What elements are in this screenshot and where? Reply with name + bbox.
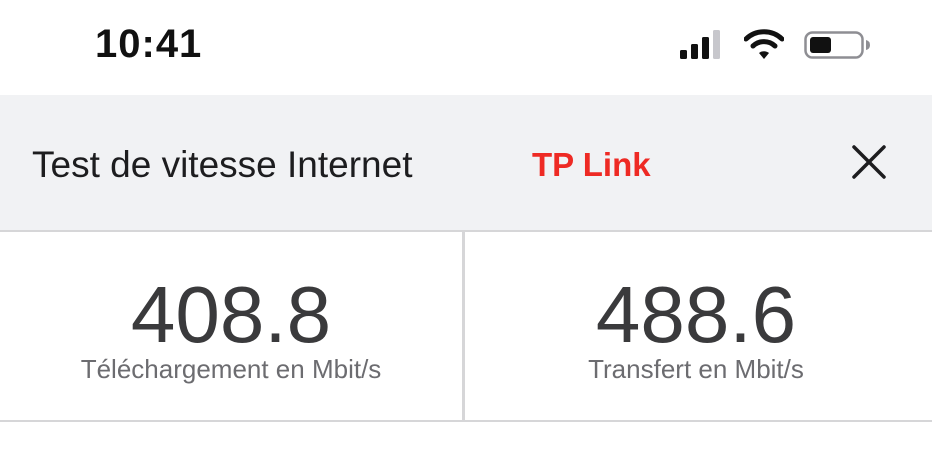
wifi-icon [743, 28, 785, 67]
page-title: Test de vitesse Internet [32, 144, 413, 185]
status-bar: 10:41 [0, 0, 932, 95]
speed-results: 408.8 Téléchargement en Mbit/s 488.6 Tra… [0, 232, 932, 422]
download-value: 408.8 [130, 270, 332, 359]
status-time: 10:41 [95, 22, 203, 66]
upload-label: Transfert en Mbit/s [588, 354, 804, 384]
cellular-signal-icon [680, 28, 724, 67]
brand-label: TP Link [532, 146, 651, 183]
upload-metric: 488.6 Transfert en Mbit/s [465, 232, 927, 420]
battery-icon [804, 28, 874, 67]
download-metric: 408.8 Téléchargement en Mbit/s [0, 232, 462, 420]
download-label: Téléchargement en Mbit/s [80, 354, 382, 384]
upload-value: 488.6 [595, 270, 797, 359]
close-button[interactable] [846, 139, 892, 185]
speedtest-header: Test de vitesse Internet TP Link [0, 95, 932, 232]
close-icon [852, 145, 886, 179]
